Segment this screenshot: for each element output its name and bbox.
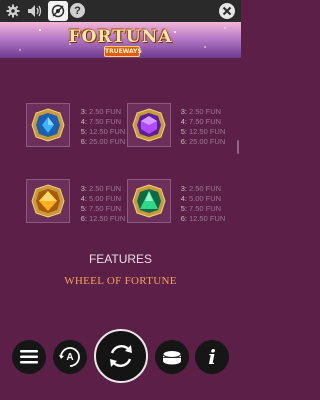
- payouts-orange-gem: 3: 2.50 FUN 4: 5.00 FUN 5: 7.50 FUN 6: 12.50…: [80, 184, 126, 223]
- symbol-blue-gem: [26, 103, 70, 147]
- game-logo: FORTUNA: [68, 27, 173, 47]
- info-icon: i: [208, 345, 216, 369]
- info-button[interactable]: i: [195, 340, 229, 374]
- top-bar: ?: [0, 0, 241, 22]
- orange-gem-icon: [31, 184, 65, 218]
- help-label: ?: [74, 4, 81, 17]
- green-gem-icon: [132, 184, 166, 218]
- gear-icon[interactable]: [4, 2, 22, 20]
- menu-icon: [20, 350, 38, 364]
- blue-gem-icon: [31, 108, 65, 142]
- menu-button[interactable]: [12, 340, 46, 374]
- wheel-of-fortune-heading: WHEEL OF FORTUNE: [64, 275, 177, 287]
- payouts-purple-gem: 3: 2.50 FUN 4: 7.50 FUN 5: 12.50 FUN 6: 25.0…: [180, 107, 226, 146]
- symbol-green-gem: [127, 179, 171, 223]
- features-heading: FEATURES: [88, 252, 153, 266]
- spin-icon: [110, 345, 132, 367]
- symbol-orange-gem: [26, 179, 70, 223]
- speaker-icon[interactable]: [26, 2, 44, 20]
- close-icon[interactable]: [219, 3, 235, 19]
- autoplay-label: A: [66, 351, 74, 363]
- help-icon[interactable]: ?: [70, 3, 85, 18]
- game-logo-subtitle: TRUEWAYS: [104, 46, 142, 57]
- payouts-green-gem: 3: 2.50 FUN 4: 5.00 FUN 5: 7.50 FUN 6: 12.50…: [180, 184, 226, 223]
- purple-gem-icon: [132, 108, 166, 142]
- autoplay-button[interactable]: A: [53, 340, 87, 374]
- spin-button[interactable]: [94, 329, 148, 383]
- bet-button[interactable]: [155, 340, 189, 374]
- payouts-blue-gem: 3: 2.50 FUN 4: 7.50 FUN 5: 12.50 FUN 6: 25.0…: [80, 107, 126, 146]
- history-icon[interactable]: [48, 1, 68, 21]
- symbol-purple-gem: [127, 103, 171, 147]
- scrollbar-thumb[interactable]: [237, 140, 239, 154]
- bet-coins-icon: [162, 350, 182, 365]
